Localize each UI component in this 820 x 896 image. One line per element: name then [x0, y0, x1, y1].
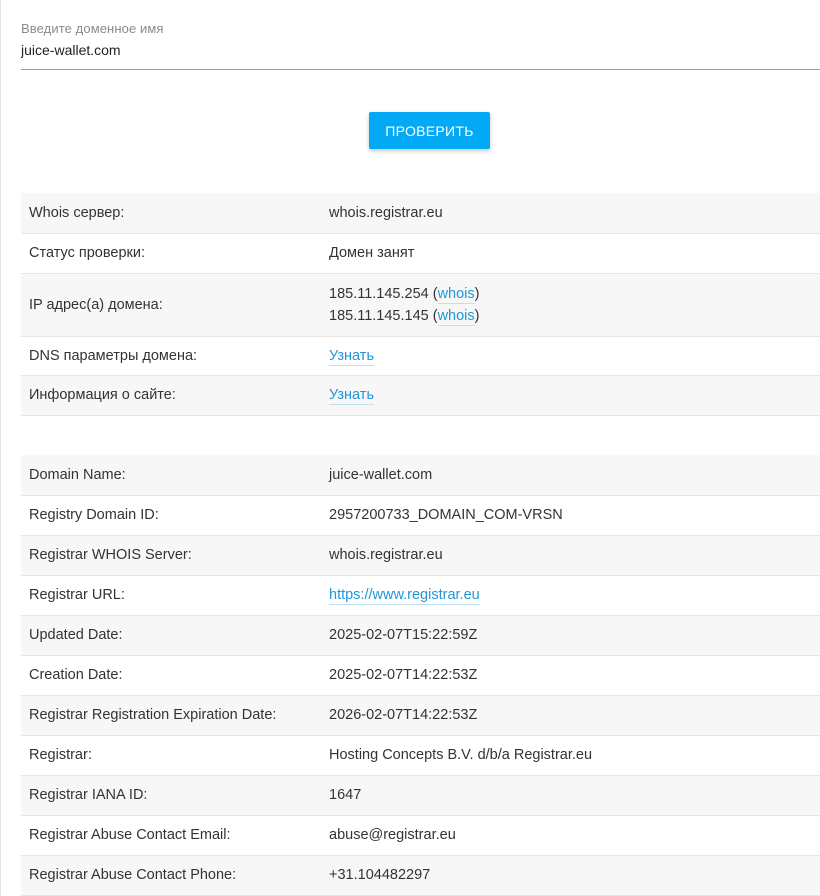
table-row: Whois сервер: whois.registrar.eu [21, 193, 820, 234]
summary-table: Whois сервер: whois.registrar.eu Статус … [21, 193, 820, 416]
whois-field-value: juice-wallet.com [321, 455, 820, 496]
whois-server-label: Whois сервер: [21, 193, 321, 234]
ip-address: 185.11.145.254 [329, 285, 429, 302]
whois-field-value: Hosting Concepts B.V. d/b/a Registrar.eu [321, 735, 820, 776]
table-row: Registrar Abuse Contact Email: abuse@regi… [21, 815, 820, 856]
whois-field-label: Domain Name: [21, 455, 321, 496]
whois-field-label: Registrar URL: [21, 575, 321, 616]
table-row: Registrar Abuse Contact Phone: +31.104482… [21, 855, 820, 896]
paren-close: ) [474, 285, 480, 302]
paren-close: ) [474, 307, 480, 324]
dns-lookup-link[interactable]: Узнать [329, 347, 374, 366]
domain-input-field[interactable]: Введите доменное имя [21, 0, 820, 70]
table-row: Registrar URL: https://www.registrar.eu [21, 575, 820, 616]
table-row: Registrar Registration Expiration Date: 2… [21, 695, 820, 736]
ip-line: 185.11.145.254 (whois) [329, 283, 820, 305]
whois-field-label: Updated Date: [21, 615, 321, 656]
whois-server-value: whois.registrar.eu [321, 193, 820, 234]
whois-field-value: 2025-02-07T15:22:59Z [321, 615, 820, 656]
whois-field-value: whois.registrar.eu [321, 535, 820, 576]
status-label: Статус проверки: [21, 233, 321, 274]
whois-record-table: Domain Name: juice-wallet.com Registry Dom… [21, 455, 820, 896]
whois-field-value: 2025-02-07T14:22:53Z [321, 655, 820, 696]
ip-list: 185.11.145.254 (whois) 185.11.145.145 (w… [321, 273, 820, 337]
ip-address: 185.11.145.145 [329, 307, 429, 324]
dns-label: DNS параметры домена: [21, 336, 321, 376]
whois-field-value: 2026-02-07T14:22:53Z [321, 695, 820, 736]
ip-whois-link[interactable]: whois [437, 307, 475, 326]
whois-field-label: Creation Date: [21, 655, 321, 696]
domain-input[interactable] [21, 42, 801, 58]
ip-whois-link[interactable]: whois [437, 285, 475, 304]
check-button[interactable]: ПРОВЕРИТЬ [369, 112, 490, 149]
table-row: Creation Date: 2025-02-07T14:22:53Z [21, 655, 820, 696]
whois-field-label: Registrar WHOIS Server: [21, 535, 321, 576]
table-row: Информация о сайте: Узнать [21, 375, 820, 416]
whois-field-value: 2957200733_DOMAIN_COM-VRSN [321, 495, 820, 536]
whois-field-value: https://www.registrar.eu [321, 575, 820, 616]
whois-field-value: abuse@registrar.eu [321, 815, 820, 856]
whois-field-label: Registry Domain ID: [21, 495, 321, 536]
paren-open: ( [428, 307, 438, 324]
whois-field-label: Registrar Abuse Contact Email: [21, 815, 321, 856]
table-row: Updated Date: 2025-02-07T15:22:59Z [21, 615, 820, 656]
table-row: Registrar IANA ID: 1647 [21, 775, 820, 816]
domain-input-label: Введите доменное имя [21, 21, 164, 36]
table-row: IP адрес(а) домена: 185.11.145.254 (whoi… [21, 273, 820, 337]
table-row: DNS параметры домена: Узнать [21, 336, 820, 376]
site-info-link[interactable]: Узнать [329, 387, 374, 405]
table-row: Registrar: Hosting Concepts B.V. d/b/a Re… [21, 735, 820, 776]
paren-open: ( [428, 285, 438, 302]
whois-field-label: Registrar Registration Expiration Date: [21, 695, 321, 736]
table-row: Registry Domain ID: 2957200733_DOMAIN_COM… [21, 495, 820, 536]
whois-field-value: 1647 [321, 775, 820, 816]
whois-field-label: Registrar: [21, 735, 321, 776]
table-row: Статус проверки: Домен занят [21, 233, 820, 274]
whois-field-value: +31.104482297 [321, 855, 820, 896]
table-row: Domain Name: juice-wallet.com [21, 455, 820, 496]
whois-field-label: Registrar IANA ID: [21, 775, 321, 816]
whois-field-label: Registrar Abuse Contact Phone: [21, 855, 321, 896]
ip-label: IP адрес(а) домена: [21, 273, 321, 337]
site-info-label: Информация о сайте: [21, 375, 321, 416]
ip-line: 185.11.145.145 (whois) [329, 305, 820, 327]
table-row: Registrar WHOIS Server: whois.registrar.e… [21, 535, 820, 576]
whois-page: Введите доменное имя ПРОВЕРИТЬ Whois сер… [0, 0, 820, 896]
status-value: Домен занят [321, 233, 820, 274]
registrar-url-link[interactable]: https://www.registrar.eu [329, 587, 480, 605]
